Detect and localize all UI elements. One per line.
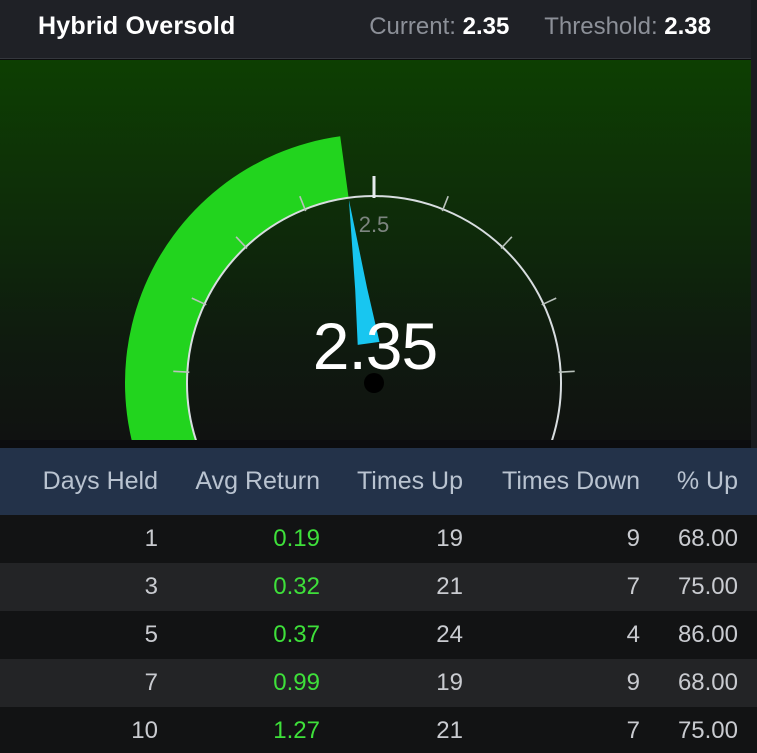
cell-times-down: 9 xyxy=(626,525,640,552)
gauge-tick xyxy=(173,370,190,373)
cell-avg-return: 0.37 xyxy=(273,621,320,648)
col-avg-return[interactable]: Avg Return xyxy=(158,467,320,496)
table-row[interactable]: 10 1.27 21 7 75.00 xyxy=(0,707,757,753)
col-days-held[interactable]: Days Held xyxy=(0,467,158,496)
table-row[interactable]: 1 0.19 19 9 68.00 xyxy=(0,515,757,563)
cell-times-up: 21 xyxy=(436,717,463,744)
cell-days: 1 xyxy=(144,525,158,552)
cell-times-down: 4 xyxy=(626,621,640,648)
gauge-tick xyxy=(500,236,513,249)
cell-avg-return: 1.27 xyxy=(273,717,320,744)
gauge-readout: 2.35 xyxy=(312,309,438,383)
cell-pct-up: 75.00 xyxy=(677,717,738,744)
table-header: Days Held Avg Return Times Up Times Down… xyxy=(0,448,757,515)
cell-days: 3 xyxy=(144,573,158,600)
table-row[interactable]: 7 0.99 19 9 68.00 xyxy=(0,659,757,707)
current-value: 2.35 xyxy=(462,13,510,40)
app-window: Hybrid Oversold Current: 2.35 Threshold:… xyxy=(0,0,757,753)
cell-pct-up: 68.00 xyxy=(677,525,738,552)
threshold-label: Threshold: xyxy=(544,13,658,40)
indicator-title: Hybrid Oversold xyxy=(38,12,236,40)
table-row[interactable]: 5 0.37 24 4 86.00 xyxy=(0,611,757,659)
cell-times-down: 7 xyxy=(626,717,640,744)
results-table: Days Held Avg Return Times Up Times Down… xyxy=(0,448,757,753)
table-row[interactable]: 3 0.32 21 7 75.00 xyxy=(0,563,757,611)
cell-days: 10 xyxy=(131,717,158,744)
gauge-tick xyxy=(541,297,557,306)
cell-days: 7 xyxy=(144,669,158,696)
cell-pct-up: 68.00 xyxy=(677,669,738,696)
cell-avg-return: 0.19 xyxy=(273,525,320,552)
current-label: Current: xyxy=(369,13,456,40)
cell-avg-return: 0.32 xyxy=(273,573,320,600)
cell-pct-up: 75.00 xyxy=(677,573,738,600)
cell-times-up: 19 xyxy=(436,669,463,696)
cell-times-down: 9 xyxy=(626,669,640,696)
cell-avg-return: 0.99 xyxy=(273,669,320,696)
gauge-tick xyxy=(441,195,449,212)
gauge-tick xyxy=(558,370,575,373)
cell-pct-up: 86.00 xyxy=(677,621,738,648)
cell-times-down: 7 xyxy=(626,573,640,600)
header-stats: Current: 2.35 Threshold: 2.38 xyxy=(369,13,711,41)
gauge-value-fill xyxy=(125,136,349,440)
col-times-up[interactable]: Times Up xyxy=(320,467,463,496)
cell-times-up: 19 xyxy=(436,525,463,552)
gauge-label-mid: 2.5 xyxy=(359,212,390,237)
header-bar: Hybrid Oversold Current: 2.35 Threshold:… xyxy=(0,0,751,59)
gauge-panel: 0 2.5 5 2.35 xyxy=(0,60,751,440)
col-pct-up[interactable]: % Up xyxy=(640,467,738,496)
cell-times-up: 24 xyxy=(436,621,463,648)
threshold-value: 2.38 xyxy=(664,13,711,40)
col-times-down[interactable]: Times Down xyxy=(463,467,640,496)
cell-days: 5 xyxy=(144,621,158,648)
cell-times-up: 21 xyxy=(436,573,463,600)
